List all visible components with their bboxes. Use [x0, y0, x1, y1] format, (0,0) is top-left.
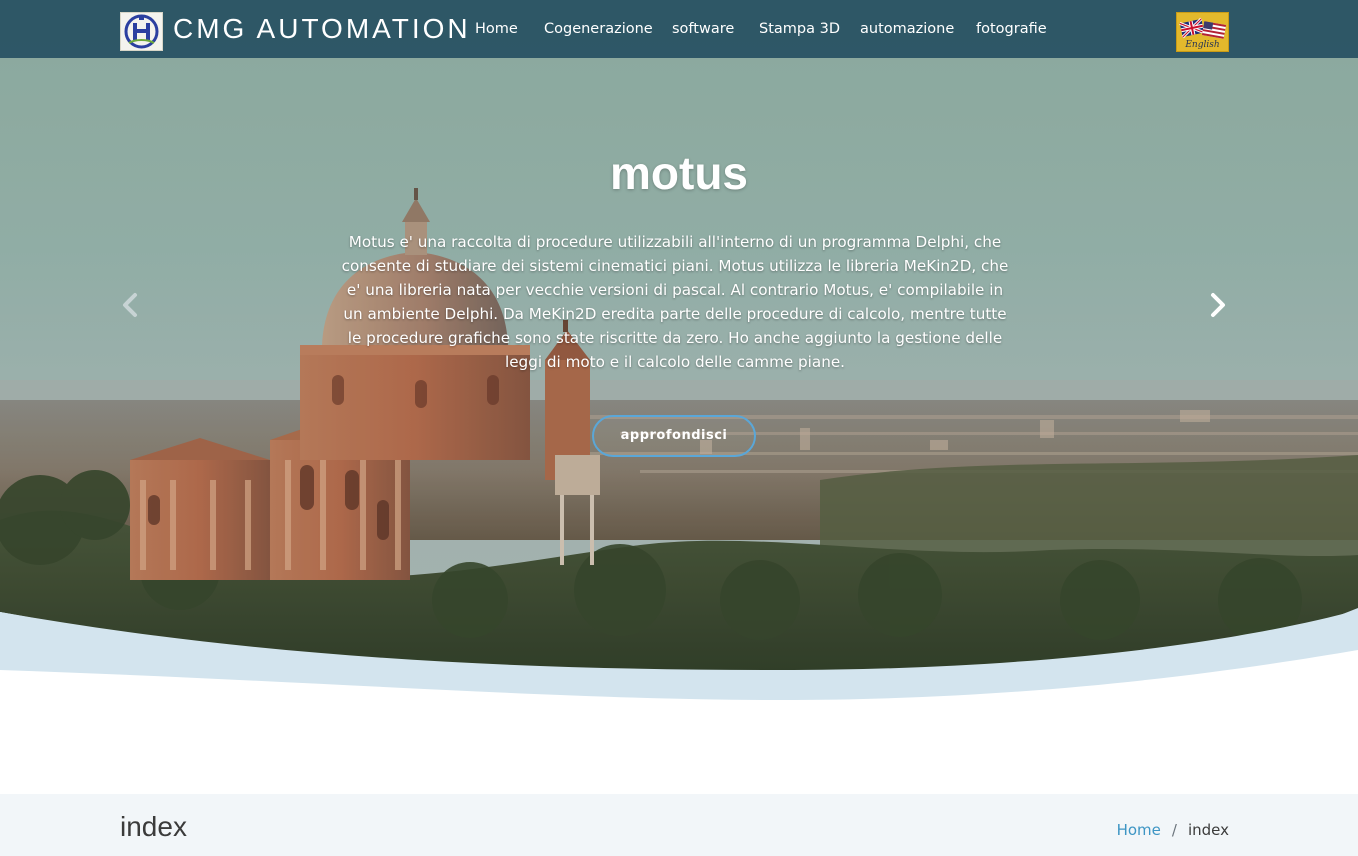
breadcrumb: Home / index — [1117, 820, 1229, 840]
uk-us-flag-icon — [1179, 17, 1227, 39]
breadcrumb-current: index — [1187, 821, 1229, 839]
nav-item-automazione[interactable]: automazione — [860, 18, 954, 40]
brand-name[interactable]: CMG AUTOMATION — [173, 12, 471, 46]
language-switch-button[interactable]: English — [1176, 12, 1229, 52]
language-label: English — [1185, 40, 1220, 50]
breadcrumb-home-link[interactable]: Home — [1117, 821, 1161, 839]
nav-item-software[interactable]: software — [672, 18, 734, 40]
approfondisci-button[interactable]: approfondisci — [592, 415, 756, 457]
page-title: index — [120, 811, 187, 842]
hero-title: motus — [610, 147, 748, 199]
nav-item-home[interactable]: Home — [475, 18, 518, 40]
cmg-logo-icon[interactable] — [120, 12, 163, 51]
carousel-next-button[interactable] — [1200, 288, 1234, 322]
breadcrumb-separator: / — [1171, 821, 1177, 839]
chevron-left-icon — [123, 293, 137, 317]
chevron-right-icon — [1211, 293, 1225, 317]
page-title-bar: index Home / index — [0, 794, 1358, 856]
carousel-prev-button[interactable] — [114, 288, 148, 322]
top-navbar: CMG AUTOMATION Home Cogenerazione softwa… — [0, 0, 1358, 58]
nav-item-cogenerazione[interactable]: Cogenerazione — [544, 18, 653, 40]
content-spacer — [0, 705, 1358, 794]
nav-item-stampa-3d[interactable]: Stampa 3D — [759, 18, 840, 40]
nav-item-fotografie[interactable]: fotografie — [976, 18, 1047, 40]
hero-description: Motus e' una raccolta di procedure utili… — [341, 233, 1009, 371]
